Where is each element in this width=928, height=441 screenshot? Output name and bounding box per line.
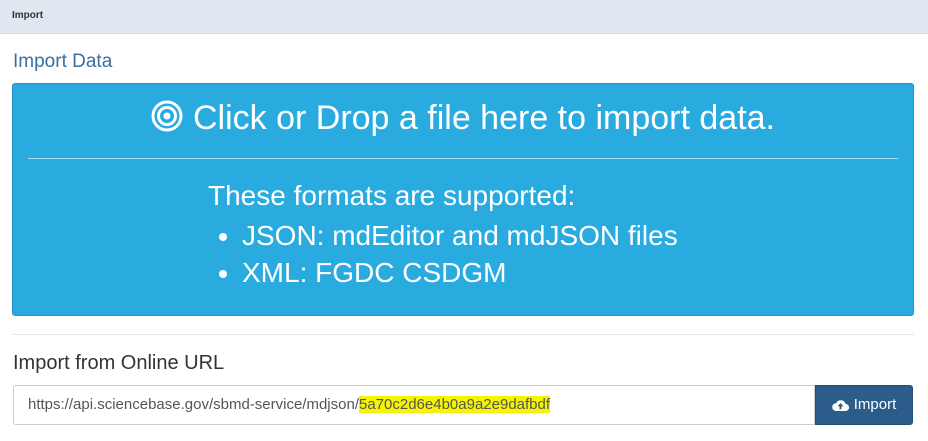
online-url-input[interactable]: https://api.sciencebase.gov/sbmd-service…: [13, 385, 815, 425]
header-title: Import: [12, 10, 44, 21]
format-item-xml: XML: FGDC CSDGM: [242, 254, 678, 291]
import-data-title: Import Data: [13, 51, 113, 72]
target-icon: [151, 100, 183, 141]
url-prefix: https://api.sciencebase.gov/sbmd-service…: [28, 396, 359, 413]
page-header: Import: [0, 0, 928, 34]
formats-title: These formats are supported:: [208, 180, 576, 211]
file-dropzone[interactable]: Click or Drop a file here to import data…: [12, 83, 914, 316]
dropzone-heading-row: Click or Drop a file here to import data…: [13, 98, 913, 141]
url-highlighted-id: 5a70c2d6e4b0a9a2e9dafbdf: [359, 396, 551, 413]
dropzone-heading: Click or Drop a file here to import data…: [192, 99, 776, 137]
format-item-json: JSON: mdEditor and mdJSON files: [242, 217, 678, 254]
dropzone-divider: [28, 158, 898, 159]
supported-formats: These formats are supported: JSON: mdEdi…: [208, 179, 678, 291]
cloud-upload-icon: [831, 389, 849, 427]
online-url-label: Import from Online URL: [13, 352, 225, 374]
formats-list: JSON: mdEditor and mdJSON files XML: FGD…: [208, 217, 678, 291]
import-button[interactable]: Import: [815, 385, 913, 425]
section-divider: [12, 334, 914, 335]
import-button-label: Import: [853, 396, 897, 413]
